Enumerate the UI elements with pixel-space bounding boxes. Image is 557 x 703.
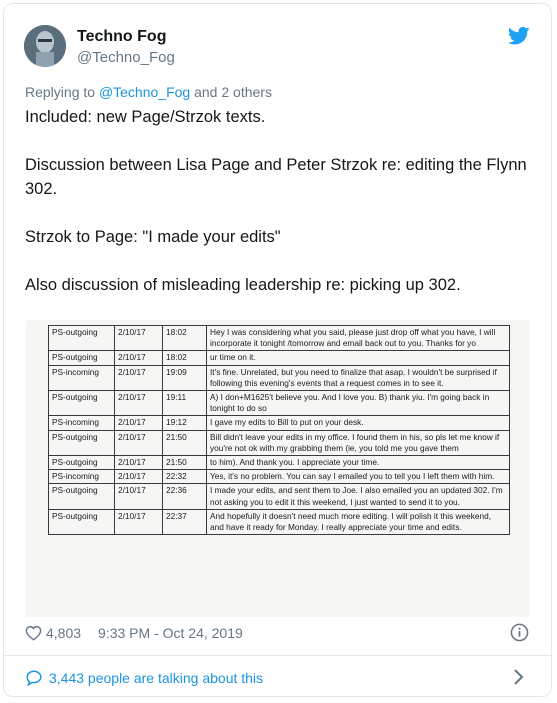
tweet-paragraph: Also discussion of misleading leadership… [25,276,461,294]
message-row: PS-outgoing 2/10/17 22:36 I made your edits… [48,483,510,510]
message-direction: PS-outgoing [48,455,115,471]
tweet-paragraph: Discussion between Lisa Page and Peter S… [25,156,527,198]
conversation-count[interactable]: 3,443 people are talking about this [49,670,263,686]
message-direction: PS-outgoing [48,390,115,417]
message-date: 2/10/17 [114,324,163,352]
message-direction: PS-outgoing [48,483,115,510]
message-direction: PS-incoming [48,364,115,392]
message-direction: PS-outgoing [48,350,115,366]
message-date: 2/10/17 [114,429,163,457]
message-time: 22:32 [162,469,207,485]
tweet-card: Techno Fog @Techno_Fog Replying to @Tech… [3,3,552,697]
message-row: PS-incoming 2/10/17 22:32 Yes, it's no prob… [48,469,510,485]
tweet-stats: 4,803 9:33 PM - Oct 24, 2019 [25,625,243,641]
reply-mention[interactable]: @Techno_Fog [99,84,190,100]
message-direction: PS-outgoing [48,429,115,457]
message-time: 21:50 [162,429,207,457]
tweet-paragraph: Strzok to Page: "I made your edits" [25,228,281,246]
twitter-bird-icon[interactable] [508,26,530,46]
author-name[interactable]: Techno Fog [77,28,166,46]
message-row: PS-incoming 2/10/17 19:12 I gave my edits t… [48,415,510,431]
message-row: PS-outgoing 2/10/17 19:11 A) I don+M1625't … [48,390,510,417]
author-handle[interactable]: @Techno_Fog [77,49,175,66]
message-time: 19:12 [162,415,207,431]
message-date: 2/10/17 [114,364,163,392]
message-direction: PS-outgoing [48,324,115,352]
message-row: PS-outgoing 2/10/17 21:50 to him). And than… [48,455,510,471]
message-time: 19:09 [162,364,207,392]
tweet-timestamp[interactable]: 9:33 PM - Oct 24, 2019 [98,625,243,641]
message-time: 18:02 [162,324,207,352]
message-text: Hey I was considering what you said, ple… [206,324,510,352]
message-row: PS-outgoing 2/10/17 18:02 Hey I was conside… [48,324,510,352]
chevron-right-icon[interactable] [513,668,525,686]
info-icon[interactable] [510,623,529,642]
conversation-link[interactable]: 3,443 people are talking about this [25,669,263,687]
tweet-image[interactable]: PS-outgoing 2/10/17 18:02 Hey I was conside… [26,320,530,617]
message-text: And hopefully it doesn't need much more … [206,508,510,536]
message-date: 2/10/17 [114,455,163,471]
message-text: Yes, it's no problem. You can say I emai… [206,469,510,485]
message-date: 2/10/17 [114,390,163,417]
message-direction: PS-incoming [48,415,115,431]
message-row: PS-outgoing 2/10/17 22:37 And hopefully it … [48,508,510,536]
message-text: It's fine. Unrelated, but you need to fi… [206,364,510,392]
message-direction: PS-incoming [48,469,115,485]
message-date: 2/10/17 [114,350,163,366]
message-row: PS-outgoing 2/10/17 18:02 ur time on it. [48,350,510,366]
text-message-table: PS-outgoing 2/10/17 18:02 Hey I was conside… [48,324,510,536]
like-count[interactable]: 4,803 [46,625,81,641]
heart-icon[interactable] [25,625,42,641]
reply-prefix: Replying to [25,84,96,100]
message-date: 2/10/17 [114,508,163,536]
message-time: 22:36 [162,483,207,510]
message-text: I gave my edits to Bill to put on your d… [206,415,510,431]
message-text: to him). And thank you. I appreciate you… [206,455,510,471]
message-time: 18:02 [162,350,207,366]
tweet-paragraph: Included: new Page/Strzok texts. [25,108,266,126]
message-time: 19:11 [162,390,207,417]
message-text: I made your edits, and sent them to Joe.… [206,483,510,510]
reply-context: Replying to @Techno_Fog and 2 others [25,84,272,100]
message-text: A) I don+M1625't believe you. And I love… [206,390,510,417]
comment-icon [26,670,42,687]
message-time: 21:50 [162,455,207,471]
message-date: 2/10/17 [114,415,163,431]
message-row: PS-incoming 2/10/17 19:09 It's fine. Unrela… [48,364,510,392]
message-text: ur time on it. [206,350,510,366]
reply-suffix[interactable]: and 2 others [194,84,272,100]
message-time: 22:37 [162,508,207,536]
message-row: PS-outgoing 2/10/17 21:50 Bill didn't leave… [48,429,510,457]
divider [4,655,551,656]
message-date: 2/10/17 [114,469,163,485]
tweet-text: Included: new Page/Strzok texts. Discuss… [25,105,530,321]
message-date: 2/10/17 [114,483,163,510]
avatar[interactable] [24,25,66,67]
message-direction: PS-outgoing [48,508,115,536]
message-text: Bill didn't leave your edits in my offic… [206,429,510,457]
